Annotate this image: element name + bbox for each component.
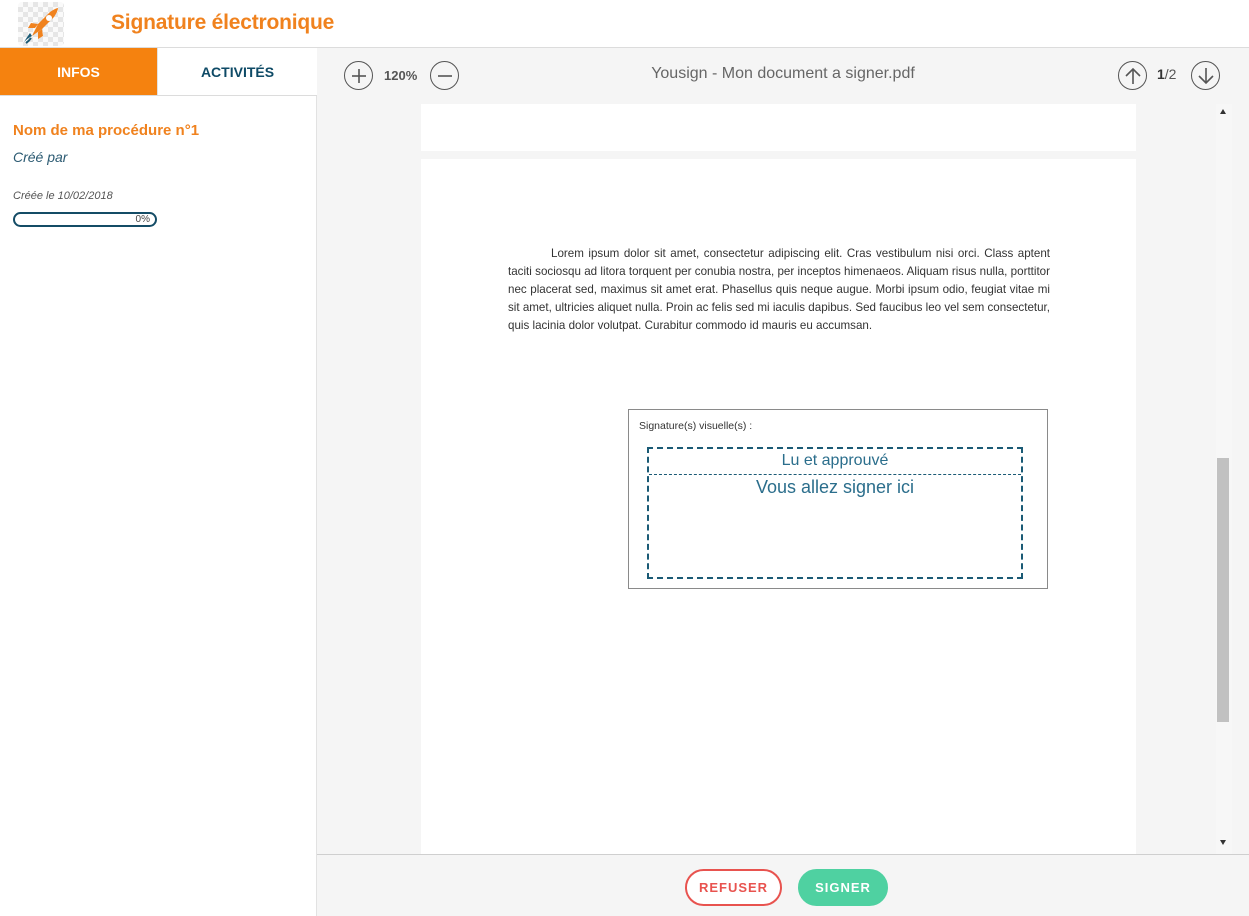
sidebar: INFOS ACTIVITÉS Nom de ma procédure n°1 …: [0, 48, 317, 916]
viewer-toolbar: 120% Yousign - Mon document a signer.pdf…: [317, 48, 1249, 104]
signature-box-label: Signature(s) visuelle(s) :: [639, 420, 753, 432]
signature-mention: Lu et approuvé: [649, 449, 1021, 475]
total-pages: /2: [1164, 66, 1177, 82]
sign-button[interactable]: SIGNER: [798, 869, 888, 906]
document-page: Lorem ipsum dolor sit amet, consectetur …: [421, 159, 1136, 854]
created-by-label: Créé par: [13, 149, 68, 165]
signature-field[interactable]: Lu et approuvé Vous allez signer ici: [647, 447, 1023, 579]
arrow-down-icon: [1197, 67, 1214, 84]
arrow-up-icon: [1124, 67, 1141, 84]
viewer-scrollbar[interactable]: [1216, 104, 1232, 854]
progress-bar: 0%: [13, 212, 157, 227]
previous-page-button[interactable]: [1118, 61, 1147, 90]
signature-placeholder: Vous allez signer ici: [755, 477, 915, 497]
signature-box: Signature(s) visuelle(s) : Lu et approuv…: [628, 409, 1048, 589]
sidebar-tabs: INFOS ACTIVITÉS: [0, 48, 317, 96]
rocket-logo-icon: [18, 2, 64, 46]
page-indicator: 1/2: [1157, 66, 1176, 82]
created-date: Créée le 10/02/2018: [13, 190, 113, 202]
app-header: Signature électronique: [0, 0, 1249, 48]
next-page-button[interactable]: [1191, 61, 1220, 90]
app-title: Signature électronique: [111, 11, 335, 34]
tab-activites[interactable]: ACTIVITÉS: [157, 48, 317, 95]
previous-page-preview: [421, 104, 1136, 151]
tab-infos[interactable]: INFOS: [0, 48, 157, 95]
procedure-name: Nom de ma procédure n°1: [13, 122, 200, 139]
document-viewer: 120% Yousign - Mon document a signer.pdf…: [317, 48, 1249, 854]
refuse-button[interactable]: REFUSER: [685, 869, 782, 906]
progress-label: 0%: [135, 214, 150, 225]
scroll-down-arrow-icon[interactable]: [1220, 840, 1226, 845]
document-title: Yousign - Mon document a signer.pdf: [651, 65, 915, 82]
scroll-thumb[interactable]: [1217, 458, 1229, 722]
scroll-up-arrow-icon[interactable]: [1220, 109, 1226, 114]
action-footer: REFUSER SIGNER: [317, 854, 1249, 916]
document-body-text: Lorem ipsum dolor sit amet, consectetur …: [508, 247, 1050, 332]
current-page: 1: [1157, 66, 1165, 82]
